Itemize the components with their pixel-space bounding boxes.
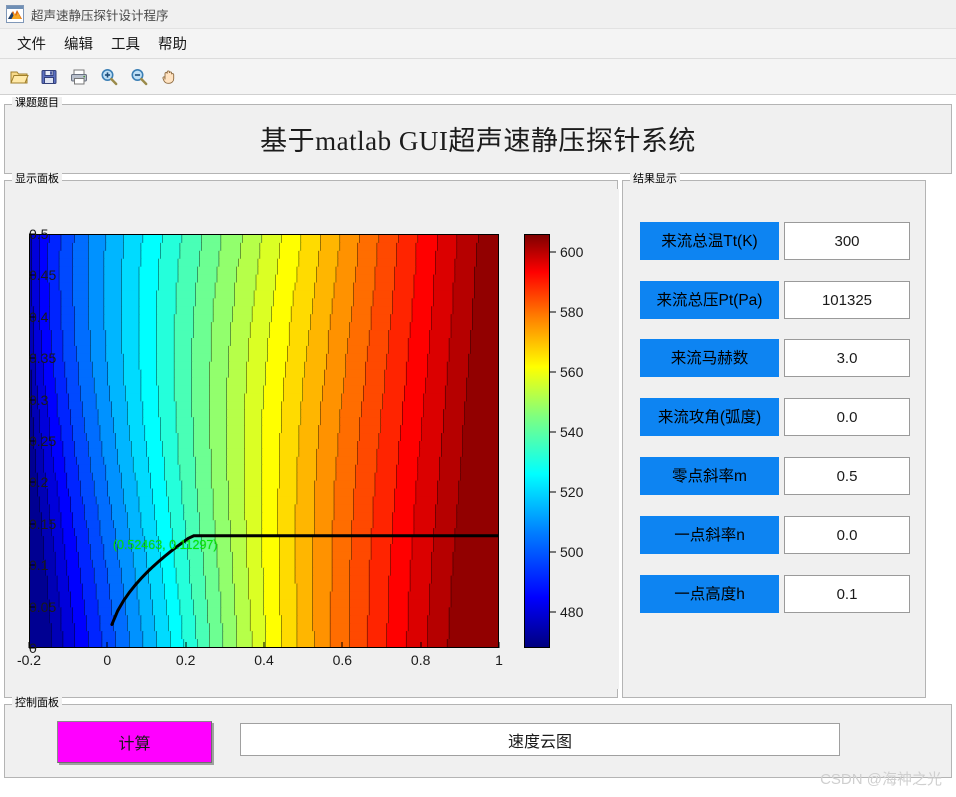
colorbar-tick-mark	[550, 431, 556, 433]
x-tick-label: 0.4	[254, 652, 274, 668]
x-tick-label: 0.2	[175, 652, 196, 668]
menu-help[interactable]: 帮助	[149, 31, 196, 56]
label-total-temperature: 来流总温Tt(K)	[640, 222, 779, 260]
title-panel-label: 课题题目	[12, 97, 62, 109]
menu-file[interactable]: 文件	[8, 31, 55, 56]
colorbar-tick-label: 520	[560, 484, 584, 500]
y-tick-mark	[29, 233, 35, 235]
label-total-pressure: 来流总压Pt(Pa)	[640, 281, 779, 319]
y-tick-mark	[29, 523, 35, 525]
toolbar	[0, 59, 956, 95]
open-folder-icon	[10, 71, 29, 83]
colorbar-tick-label: 580	[560, 304, 584, 320]
colorbar-tick-mark	[550, 611, 556, 613]
colorbar-tick-label: 560	[560, 364, 584, 380]
result-panel: 结果显示 来流总温Tt(K) 300 来流总压Pt(Pa) 101325 来流马…	[622, 173, 926, 698]
y-tick-mark	[29, 606, 35, 608]
x-tick-label: 1	[495, 652, 503, 668]
label-slope-m: 零点斜率m	[640, 457, 779, 495]
input-total-temperature[interactable]: 300	[784, 222, 910, 260]
x-tick-mark	[106, 642, 108, 648]
contour-axes: 00.050.10.150.20.250.30.350.40.450.5 -0.…	[5, 189, 619, 689]
y-tick-mark	[29, 564, 35, 566]
field-row-slope-m: 零点斜率m 0.5	[640, 457, 910, 495]
label-height-h: 一点高度h	[640, 575, 779, 613]
plot-type-dropdown-value: 速度云图	[507, 733, 572, 751]
x-tick-mark	[498, 642, 500, 648]
field-row-attack-angle: 来流攻角(弧度) 0.0	[640, 398, 910, 436]
colorbar-tick-mark	[550, 491, 556, 493]
colorbar[interactable]	[524, 234, 550, 648]
field-row-height-h: 一点高度h 0.1	[640, 575, 910, 613]
field-row-total-temperature: 来流总温Tt(K) 300	[640, 222, 910, 260]
result-panel-label: 结果显示	[630, 173, 680, 185]
y-tick-mark	[29, 440, 35, 442]
field-row-total-pressure: 来流总压Pt(Pa) 101325	[640, 281, 910, 319]
display-panel: 显示面板 00.050.10.150.20.250.30.350.40.450.…	[4, 173, 619, 698]
page-title: 基于matlab GUI超声速静压探针系统	[260, 126, 696, 156]
x-tick-label: -0.2	[16, 652, 42, 668]
label-mach-number: 来流马赫数	[640, 339, 779, 377]
x-tick-mark	[185, 642, 187, 648]
y-tick-mark	[29, 399, 35, 401]
label-attack-angle: 来流攻角(弧度)	[640, 398, 779, 436]
datatip-annotation: (0.52463, 0.11297)	[112, 538, 218, 553]
save-floppy-icon	[41, 69, 57, 84]
y-tick-mark	[29, 357, 35, 359]
menu-edit[interactable]: 编辑	[55, 31, 102, 56]
window-titlebar: 超声速静压探针设计程序	[0, 0, 956, 29]
input-attack-angle[interactable]: 0.0	[784, 398, 910, 436]
plot-type-dropdown[interactable]: 速度云图	[240, 723, 840, 756]
x-tick-mark	[420, 642, 422, 648]
csdn-watermark: CSDN @海神之光	[820, 771, 942, 788]
colorbar-tick-mark	[550, 311, 556, 313]
x-tick-mark	[28, 642, 30, 648]
y-tick-mark	[29, 481, 35, 483]
x-tick-label: 0.6	[332, 652, 353, 668]
toolbar-print-button[interactable]	[64, 62, 94, 92]
toolbar-open-button[interactable]	[4, 62, 34, 92]
toolbar-zoom-out-button[interactable]	[124, 62, 154, 92]
colorbar-tick-label: 480	[560, 604, 584, 620]
toolbar-save-button[interactable]	[34, 62, 64, 92]
colorbar-tick-label: 600	[560, 244, 584, 260]
print-icon	[71, 69, 87, 84]
x-tick-mark	[341, 642, 343, 648]
x-tick-label: 0	[103, 652, 112, 668]
contour-plot[interactable]	[29, 234, 499, 648]
input-height-h[interactable]: 0.1	[784, 575, 910, 613]
y-tick-mark	[29, 316, 35, 318]
zoom-in-icon	[101, 68, 118, 85]
field-row-mach-number: 来流马赫数 3.0	[640, 339, 910, 377]
menu-tools[interactable]: 工具	[102, 31, 149, 56]
y-tick-mark	[29, 274, 35, 276]
x-tick-label: 0.8	[410, 652, 431, 668]
x-tick-mark	[263, 642, 265, 648]
title-panel: 课题题目 基于matlab GUI超声速静压探针系统	[4, 97, 952, 174]
control-panel-label: 控制面板	[12, 697, 62, 709]
menubar: 文件 编辑 工具 帮助	[0, 29, 956, 59]
contour-field	[30, 235, 498, 647]
input-slope-m[interactable]: 0.5	[784, 457, 910, 495]
y-tick-mark	[29, 647, 35, 649]
input-mach-number[interactable]: 3.0	[784, 339, 910, 377]
matlab-membrane-icon	[6, 5, 24, 23]
calculate-button[interactable]: 计算	[57, 721, 212, 763]
label-slope-n: 一点斜率n	[640, 516, 779, 554]
toolbar-zoom-in-button[interactable]	[94, 62, 124, 92]
zoom-out-icon	[131, 68, 148, 85]
colorbar-tick-label: 540	[560, 424, 584, 440]
colorbar-tick-label: 500	[560, 544, 584, 560]
window-title: 超声速静压探针设计程序	[31, 8, 169, 23]
field-row-slope-n: 一点斜率n 0.0	[640, 516, 910, 554]
display-panel-label: 显示面板	[12, 173, 62, 185]
pan-hand-icon	[162, 69, 175, 84]
input-total-pressure[interactable]: 101325	[784, 281, 910, 319]
input-slope-n[interactable]: 0.0	[784, 516, 910, 554]
colorbar-tick-mark	[550, 251, 556, 253]
colorbar-tick-mark	[550, 551, 556, 553]
toolbar-pan-button[interactable]	[154, 62, 184, 92]
colorbar-tick-mark	[550, 371, 556, 373]
